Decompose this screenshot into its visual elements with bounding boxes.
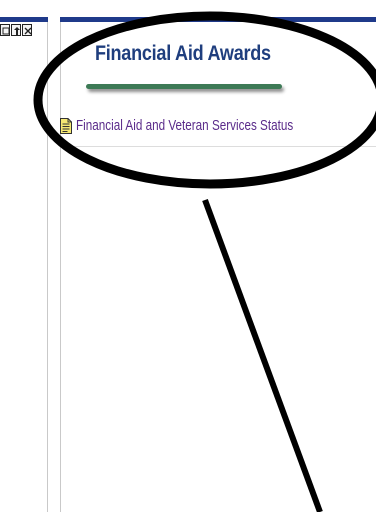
pagelet-title: Financial Aid Awards <box>95 42 271 65</box>
title-underline <box>86 84 282 89</box>
pagelet-header-bar <box>60 17 376 22</box>
left-pagelet-header-bar <box>0 17 48 22</box>
left-pagelet <box>0 0 48 512</box>
refresh-icon[interactable] <box>11 24 21 36</box>
financial-aid-status-link-label[interactable]: Financial Aid and Veteran Services Statu… <box>76 117 293 134</box>
left-pagelet-controls <box>0 24 32 36</box>
financial-aid-pagelet: Financial Aid Awards Financial Aid and V… <box>60 0 376 512</box>
document-icon <box>60 117 72 134</box>
row-separator <box>60 146 376 147</box>
portal-page: Financial Aid Awards Financial Aid and V… <box>0 0 376 512</box>
left-pagelet-border <box>47 22 48 512</box>
minimize-icon[interactable] <box>0 24 10 36</box>
financial-aid-status-link[interactable]: Financial Aid and Veteran Services Statu… <box>60 117 355 134</box>
close-icon[interactable] <box>22 24 32 36</box>
pagelet-left-border <box>60 22 61 512</box>
